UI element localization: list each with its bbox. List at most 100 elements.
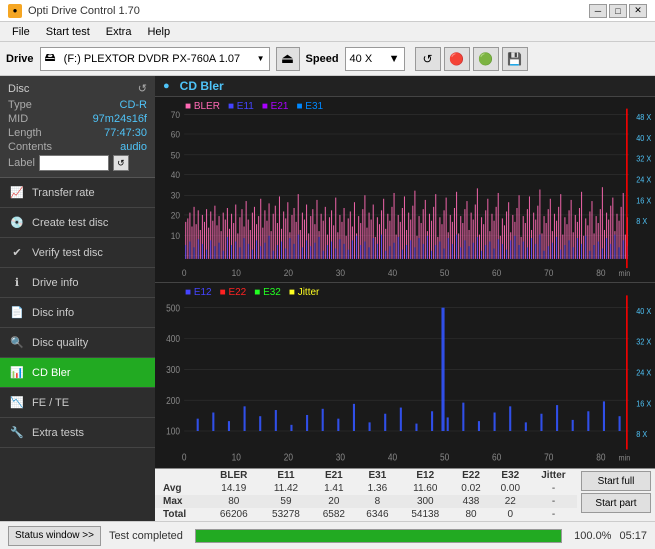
progress-bar-container bbox=[195, 529, 562, 543]
sidebar-item-disc-info[interactable]: 📄 Disc info bbox=[0, 298, 155, 328]
svg-text:20: 20 bbox=[284, 268, 293, 279]
progress-bar-fill bbox=[196, 530, 561, 542]
stats-header-e22: E22 bbox=[451, 469, 490, 482]
contents-label: Contents bbox=[8, 141, 52, 153]
disc-header-label: Disc bbox=[8, 83, 29, 95]
settings-button2[interactable]: 🟢 bbox=[473, 47, 499, 71]
svg-text:8 X: 8 X bbox=[636, 217, 647, 226]
status-window-button[interactable]: Status window >> bbox=[8, 526, 101, 546]
legend-e31: ■ E31 bbox=[296, 101, 323, 112]
disc-label-input[interactable] bbox=[39, 155, 109, 171]
drive-select[interactable]: 🖴 (F:) PLEXTOR DVDR PX-760A 1.07 ▼ bbox=[40, 47, 270, 71]
mid-label: MID bbox=[8, 113, 28, 125]
start-part-button[interactable]: Start part bbox=[581, 493, 651, 513]
stats-avg-e11: 11.42 bbox=[260, 482, 312, 495]
stats-header-empty bbox=[155, 469, 208, 482]
maximize-button[interactable]: □ bbox=[609, 4, 627, 18]
refresh-button[interactable]: ↺ bbox=[415, 47, 441, 71]
legend-jitter: ■ Jitter bbox=[289, 287, 320, 298]
eject-button[interactable]: ⏏ bbox=[276, 47, 300, 71]
cd-bler-dot: ● bbox=[163, 80, 170, 92]
svg-text:80: 80 bbox=[596, 452, 605, 463]
stats-avg-bler: 14.19 bbox=[208, 482, 260, 495]
svg-text:50: 50 bbox=[171, 150, 180, 161]
speed-select[interactable]: 40 X ▼ bbox=[345, 47, 405, 71]
svg-text:32 X: 32 X bbox=[636, 154, 651, 163]
status-time: 05:17 bbox=[619, 530, 647, 542]
svg-text:60: 60 bbox=[492, 452, 501, 463]
svg-text:100: 100 bbox=[166, 426, 180, 437]
bottom-chart: ■ E12 ■ E22 ■ E32 ■ Jitter 500 400 bbox=[155, 283, 655, 468]
stats-max-jitter: - bbox=[530, 495, 577, 508]
stats-max-bler: 80 bbox=[208, 495, 260, 508]
stats-max-e32: 22 bbox=[491, 495, 530, 508]
legend-e11: ■ E11 bbox=[228, 101, 254, 112]
sidebar-item-label: Create test disc bbox=[32, 217, 108, 229]
stats-row-total: Total 66206 53278 6582 6346 54138 80 0 - bbox=[155, 508, 577, 521]
type-value: CD-R bbox=[120, 99, 148, 111]
disc-refresh-icon[interactable]: ↺ bbox=[138, 82, 147, 95]
svg-text:min: min bbox=[619, 453, 631, 463]
status-bar: Status window >> Test completed 100.0% 0… bbox=[0, 521, 655, 549]
sidebar-item-drive-info[interactable]: ℹ Drive info bbox=[0, 268, 155, 298]
close-button[interactable]: ✕ bbox=[629, 4, 647, 18]
svg-text:24 X: 24 X bbox=[636, 175, 651, 184]
svg-text:70: 70 bbox=[544, 268, 553, 279]
sidebar-item-cd-bler[interactable]: 📊 CD Bler bbox=[0, 358, 155, 388]
svg-text:24 X: 24 X bbox=[636, 368, 652, 378]
charts-container: ■ BLER ■ E11 ■ E21 ■ E31 bbox=[155, 97, 655, 468]
svg-text:70: 70 bbox=[544, 452, 553, 463]
disc-section: Disc ↺ Type CD-R MID 97m24s16f Length 77… bbox=[0, 76, 155, 178]
stats-area: BLER E11 E21 E31 E12 E22 E32 Jitter bbox=[155, 468, 655, 521]
stats-avg-jitter: - bbox=[530, 482, 577, 495]
stats-max-e11: 59 bbox=[260, 495, 312, 508]
sidebar-item-extra-tests[interactable]: 🔧 Extra tests bbox=[0, 418, 155, 448]
type-label: Type bbox=[8, 99, 32, 111]
sidebar-item-label: Disc info bbox=[32, 307, 74, 319]
svg-text:10: 10 bbox=[232, 452, 241, 463]
sidebar-item-label: CD Bler bbox=[32, 367, 71, 379]
cd-bler-icon: 📊 bbox=[10, 366, 24, 380]
stats-header-e11: E11 bbox=[260, 469, 312, 482]
svg-text:48 X: 48 X bbox=[636, 113, 651, 122]
svg-text:80: 80 bbox=[596, 268, 605, 279]
svg-text:min: min bbox=[619, 269, 631, 278]
disc-label-refresh[interactable]: ↺ bbox=[113, 155, 129, 171]
stats-total-e22: 80 bbox=[451, 508, 490, 521]
stats-avg-e32: 0.00 bbox=[491, 482, 530, 495]
menu-extra[interactable]: Extra bbox=[98, 22, 140, 42]
save-button[interactable]: 💾 bbox=[502, 47, 528, 71]
sidebar-item-verify-test-disc[interactable]: ✔ Verify test disc bbox=[0, 238, 155, 268]
svg-text:0: 0 bbox=[182, 268, 187, 279]
svg-text:40 X: 40 X bbox=[636, 134, 651, 143]
app-title: Opti Drive Control 1.70 bbox=[28, 5, 140, 17]
sidebar-item-create-test-disc[interactable]: 💿 Create test disc bbox=[0, 208, 155, 238]
svg-text:30: 30 bbox=[336, 452, 345, 463]
top-chart-svg: 70 60 50 40 30 20 10 48 X 40 X 32 X 24 X… bbox=[155, 97, 655, 282]
drive-info-icon: ℹ bbox=[10, 276, 24, 290]
speed-label: Speed bbox=[306, 53, 339, 65]
menu-file[interactable]: File bbox=[4, 22, 38, 42]
stats-max-e21: 20 bbox=[312, 495, 356, 508]
stats-total-e11: 53278 bbox=[260, 508, 312, 521]
sidebar-item-disc-quality[interactable]: 🔍 Disc quality bbox=[0, 328, 155, 358]
stats-header-bler: BLER bbox=[208, 469, 260, 482]
extra-tests-icon: 🔧 bbox=[10, 426, 24, 440]
svg-text:10: 10 bbox=[171, 231, 180, 242]
legend-bler: ■ BLER bbox=[185, 101, 220, 112]
stats-avg-e21: 1.41 bbox=[312, 482, 356, 495]
menu-start-test[interactable]: Start test bbox=[38, 22, 98, 42]
sidebar-item-fe-te[interactable]: 📉 FE / TE bbox=[0, 388, 155, 418]
settings-button1[interactable]: 🔴 bbox=[444, 47, 470, 71]
sidebar: Disc ↺ Type CD-R MID 97m24s16f Length 77… bbox=[0, 76, 155, 521]
sidebar-item-transfer-rate[interactable]: 📈 Transfer rate bbox=[0, 178, 155, 208]
length-label: Length bbox=[8, 127, 42, 139]
menu-help[interactable]: Help bbox=[139, 22, 178, 42]
completed-text: Test completed bbox=[109, 530, 183, 542]
stats-total-jitter: - bbox=[530, 508, 577, 521]
start-full-button[interactable]: Start full bbox=[581, 471, 651, 491]
title-bar: ● Opti Drive Control 1.70 ─ □ ✕ bbox=[0, 0, 655, 22]
minimize-button[interactable]: ─ bbox=[589, 4, 607, 18]
svg-text:30: 30 bbox=[171, 190, 180, 201]
svg-text:500: 500 bbox=[166, 303, 180, 314]
